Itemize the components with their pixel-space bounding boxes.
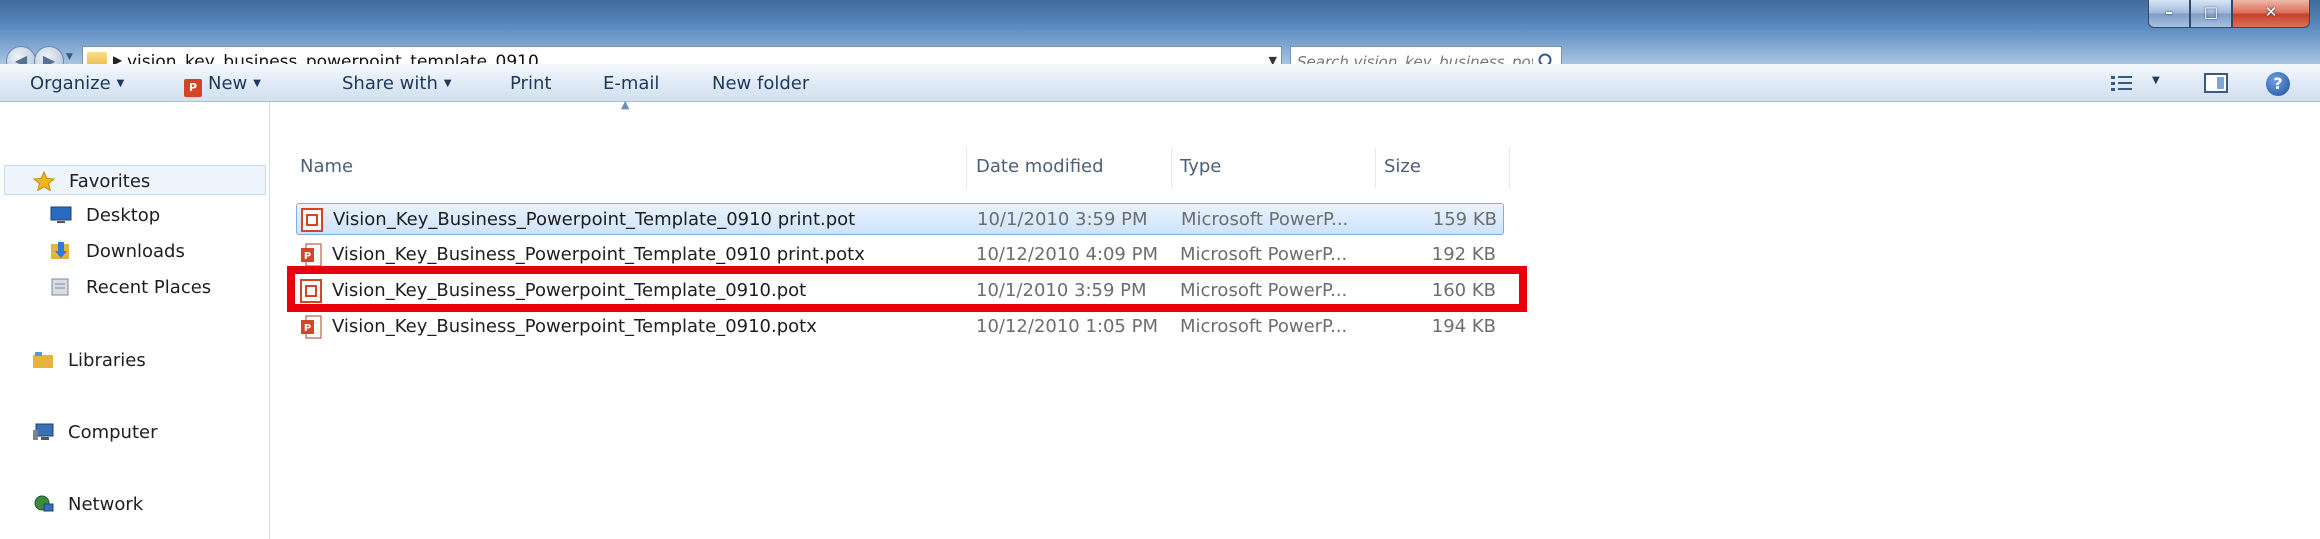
file-row[interactable]: Vision_Key_Business_Powerpoint_Template_… — [296, 203, 1504, 235]
nav-item-recent-places[interactable]: Recent Places — [0, 272, 268, 302]
nav-label: Libraries — [68, 350, 146, 371]
file-size: 160 KB — [1431, 280, 1496, 301]
nav-item-desktop[interactable]: Desktop — [0, 200, 268, 230]
organize-label: Organize — [30, 73, 111, 94]
preview-pane-icon[interactable] — [2204, 73, 2228, 93]
file-type: Microsoft PowerP... — [1180, 244, 1348, 265]
file-name: Vision_Key_Business_Powerpoint_Template_… — [332, 316, 817, 337]
column-header-name[interactable]: Name — [292, 148, 967, 188]
new-folder-button[interactable]: New folder — [712, 73, 809, 94]
potx-file-icon: P — [301, 243, 322, 267]
window-controls: – □ ✕ — [2148, 0, 2310, 28]
close-button[interactable]: ✕ — [2232, 0, 2310, 28]
recent-places-icon — [51, 278, 69, 296]
nav-item-favorites[interactable]: Favorites — [4, 165, 266, 195]
powerpoint-icon: P — [184, 79, 202, 97]
view-options-icon[interactable] — [2110, 74, 2134, 92]
nav-item-libraries[interactable]: Libraries — [0, 345, 268, 375]
view-dropdown-icon[interactable]: ▼ — [2152, 75, 2160, 86]
email-button[interactable]: E-mail — [603, 73, 659, 94]
column-header-size[interactable]: Size — [1376, 148, 1510, 188]
nav-label: Computer — [68, 422, 158, 443]
new-label: New — [208, 73, 248, 94]
svg-text:P: P — [304, 251, 311, 262]
potx-file-icon: P — [301, 315, 322, 339]
file-date: 10/1/2010 3:59 PM — [976, 280, 1147, 301]
file-type: Microsoft PowerP... — [1180, 316, 1348, 337]
nav-label: Recent Places — [86, 277, 212, 298]
column-label: Name — [300, 156, 354, 177]
column-header-type[interactable]: Type — [1172, 148, 1376, 188]
column-header: ▲ — [271, 98, 1511, 142]
column-label: Size — [1384, 156, 1421, 177]
minimize-icon: – — [2165, 3, 2173, 21]
print-button[interactable]: Print — [510, 73, 551, 94]
nav-label: Desktop — [86, 205, 161, 226]
downloads-folder-icon — [51, 242, 69, 259]
file-date: 10/12/2010 1:05 PM — [976, 316, 1158, 337]
nav-label: Downloads — [86, 241, 185, 262]
file-row[interactable]: P Vision_Key_Business_Powerpoint_Templat… — [296, 311, 1504, 343]
svg-text:P: P — [304, 323, 311, 334]
column-header-date-modified[interactable]: Date modified — [968, 148, 1172, 188]
maximize-button[interactable]: □ — [2190, 0, 2232, 28]
computer-icon — [33, 423, 54, 440]
file-name: Vision_Key_Business_Powerpoint_Template_… — [332, 244, 865, 265]
sort-ascending-icon: ▲ — [621, 98, 630, 111]
share-with-label: Share with — [342, 73, 438, 94]
file-type: Microsoft PowerP... — [1180, 280, 1348, 301]
nav-label: Favorites — [69, 171, 151, 192]
network-icon — [34, 495, 54, 512]
help-icon[interactable]: ? — [2266, 72, 2290, 96]
organize-button[interactable]: Organize ▼ — [30, 73, 124, 94]
new-button[interactable]: P New ▼ — [184, 73, 261, 97]
file-size: 159 KB — [1432, 209, 1497, 230]
file-type: Microsoft PowerP... — [1181, 209, 1349, 230]
file-row[interactable]: Vision_Key_Business_Powerpoint_Template_… — [296, 275, 1504, 307]
minimize-button[interactable]: – — [2148, 0, 2190, 28]
chevron-down-icon: ▼ — [116, 78, 125, 89]
nav-item-downloads[interactable]: Downloads — [0, 236, 268, 266]
libraries-icon — [33, 352, 53, 368]
file-name: Vision_Key_Business_Powerpoint_Template_… — [333, 209, 856, 230]
share-with-button[interactable]: Share with ▼ — [342, 73, 452, 94]
pot-file-icon — [301, 208, 323, 232]
close-icon: ✕ — [2264, 3, 2278, 21]
file-size: 192 KB — [1431, 244, 1496, 265]
nav-label: Network — [68, 494, 144, 515]
file-date: 10/12/2010 4:09 PM — [976, 244, 1158, 265]
command-bar: Organize ▼ P New ▼ Share with ▼ Print E-mail… — [0, 64, 2320, 102]
chevron-down-icon: ▼ — [253, 78, 261, 89]
navigation-pane: Favorites Desktop Downloads Recent Place… — [0, 102, 270, 539]
maximize-icon: □ — [2203, 3, 2219, 21]
star-icon — [33, 171, 55, 191]
column-label: Date modified — [976, 156, 1104, 177]
chevron-down-icon: ▼ — [443, 78, 452, 89]
pot-file-icon — [300, 279, 322, 303]
file-name: Vision_Key_Business_Powerpoint_Template_… — [332, 280, 807, 301]
column-label: Type — [1180, 156, 1222, 177]
file-date: 10/1/2010 3:59 PM — [977, 209, 1148, 230]
file-size: 194 KB — [1431, 316, 1496, 337]
nav-item-computer[interactable]: Computer — [0, 417, 268, 447]
file-row[interactable]: P Vision_Key_Business_Powerpoint_Templat… — [296, 239, 1504, 271]
nav-item-network[interactable]: Network — [0, 489, 268, 519]
desktop-icon — [50, 206, 72, 223]
